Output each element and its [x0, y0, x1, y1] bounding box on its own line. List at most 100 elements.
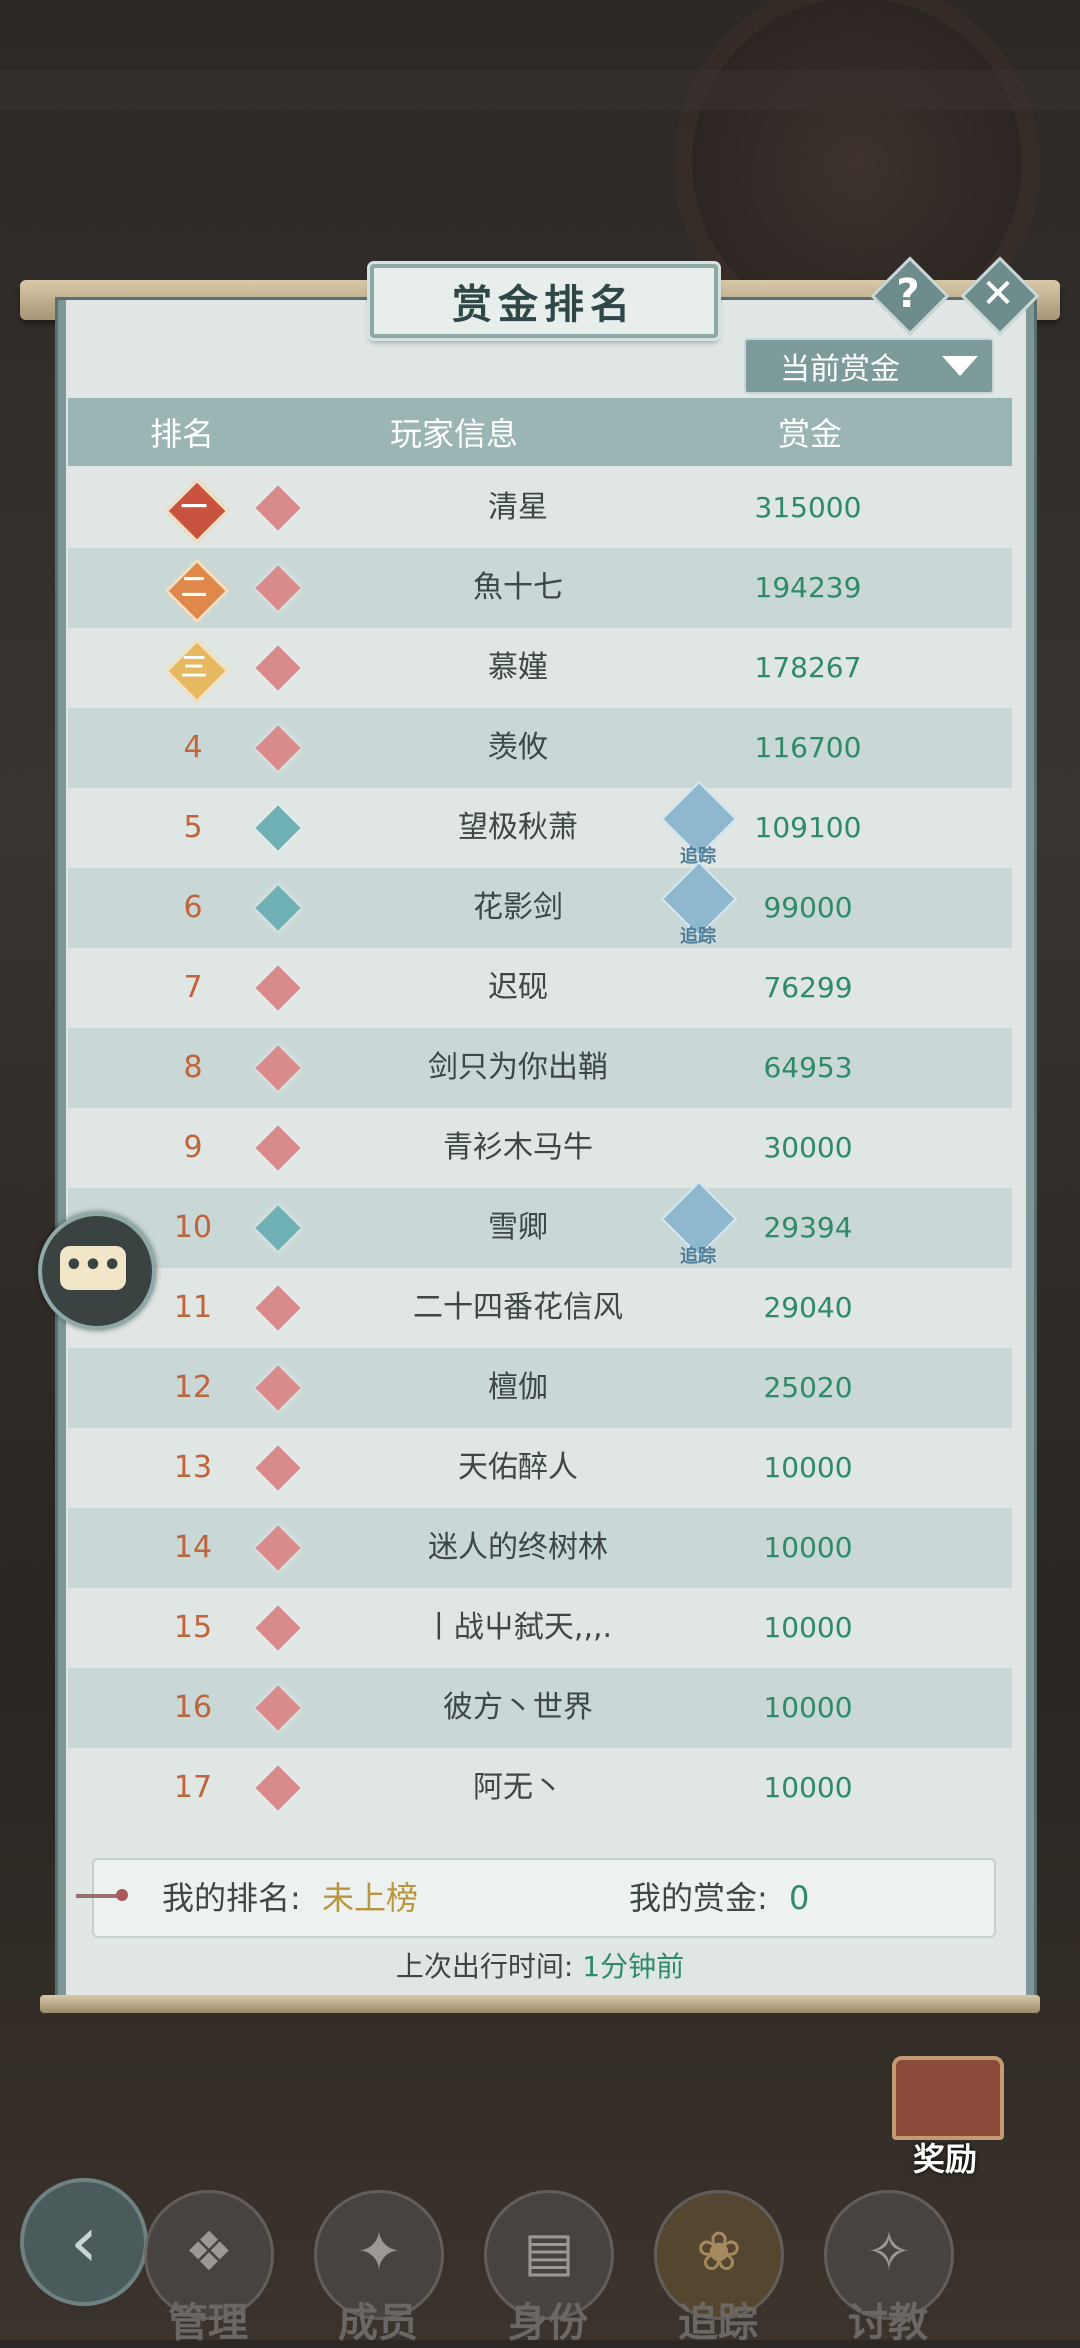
player-name: 丨战屮弑天,,,.	[423, 1610, 613, 1645]
table-row[interactable]: 10 雪卿 追踪 29394	[68, 1180, 1012, 1268]
question-icon: ?	[896, 271, 920, 317]
table-row[interactable]: 8 剑只为你出鞘 64953	[68, 1028, 1012, 1108]
chat-button[interactable]: •••	[38, 1212, 156, 1330]
nav-item[interactable]: ✦ 成员	[308, 2180, 448, 2346]
bounty-value: 194239	[754, 571, 862, 604]
nav-item-label: 讨教	[848, 2300, 928, 2346]
sect-emblem-icon	[254, 564, 302, 612]
table-row[interactable]: 17 阿无丶 10000	[68, 1748, 1012, 1828]
rank-number: 16	[173, 1690, 213, 1725]
table-row[interactable]: 一 清星 315000	[68, 468, 1012, 548]
rank-number: 15	[173, 1610, 213, 1645]
sect-emblem-icon	[254, 1524, 302, 1572]
rank-number: 一	[180, 493, 207, 523]
pin-dot	[116, 1889, 128, 1901]
bounty-value: 99000	[763, 891, 853, 924]
player-name: 青衫木马牛	[443, 1130, 593, 1165]
table-row[interactable]: 13 天佑醉人 10000	[68, 1428, 1012, 1508]
bounty-value: 116700	[754, 731, 862, 764]
nav-item[interactable]: ❖ 管理	[138, 2180, 278, 2346]
table-row[interactable]: 15 丨战屮弑天,,,. 10000	[68, 1588, 1012, 1668]
player-name: 羡攸	[488, 730, 548, 765]
bounty-filter-dropdown[interactable]: 当前赏金	[744, 338, 994, 394]
rank-number: 5	[183, 810, 203, 845]
bounty-value: 178267	[754, 651, 862, 684]
nav-item-label: 管理	[168, 2300, 248, 2346]
player-name: 慕嫤	[488, 650, 548, 685]
table-row[interactable]: 14 迷人的终树林 10000	[68, 1508, 1012, 1588]
last-trip-value: 1分钟前	[582, 1950, 685, 1983]
bottom-nav: ❖ 管理 ✦ 成员 ▤ 身份 ❀ 追踪 ✧ 讨教	[0, 2170, 1080, 2346]
table-row[interactable]: 7 迟砚 76299	[68, 948, 1012, 1028]
my-rank-label: 我的排名:	[162, 1879, 301, 1917]
nav-item-label: 身份	[508, 2300, 588, 2346]
close-icon: ✕	[981, 271, 1015, 317]
sect-emblem-icon	[254, 1684, 302, 1732]
table-row[interactable]: 9 青衫木马牛 30000	[68, 1108, 1012, 1188]
my-bounty-label: 我的赏金:	[629, 1879, 768, 1917]
player-name: 魚十七	[473, 570, 563, 605]
rank-number: 二	[180, 573, 207, 603]
nav-item-label: 追踪	[678, 2300, 758, 2346]
sect-emblem-icon	[254, 1124, 302, 1172]
table-row[interactable]: 4 羡攸 116700	[68, 708, 1012, 788]
sect-emblem-icon	[254, 1204, 302, 1252]
rank-number: 13	[173, 1450, 213, 1485]
last-trip-time: 上次出行时间: 1分钟前	[0, 1945, 1080, 1985]
player-name: 彼方丶世界	[443, 1690, 593, 1725]
column-header-rank: 排名	[150, 415, 215, 453]
nav-item[interactable]: ▤ 身份	[478, 2180, 618, 2346]
sect-emblem-icon	[254, 484, 302, 532]
table-row[interactable]: 6 花影剑 追踪 99000	[68, 860, 1012, 948]
bounty-value: 29394	[763, 1211, 853, 1244]
sect-emblem-icon	[254, 804, 302, 852]
sect-emblem-icon	[254, 1444, 302, 1492]
table-row[interactable]: 二 魚十七 194239	[68, 548, 1012, 628]
treasure-chest-icon	[892, 2056, 1004, 2140]
background-beam	[0, 70, 1080, 110]
bounty-value: 10000	[763, 1451, 853, 1484]
reward-button[interactable]: 奖励	[870, 2030, 1020, 2180]
rank-number: 12	[173, 1370, 213, 1405]
table-header: 排名 玩家信息 赏金	[68, 398, 1012, 466]
close-button[interactable]: ✕	[960, 256, 1040, 336]
sect-emblem-icon	[254, 724, 302, 772]
bounty-value: 10000	[763, 1691, 853, 1724]
sect-emblem-icon	[254, 644, 302, 692]
my-rank-value: 未上榜	[322, 1879, 419, 1917]
page-title: 赏金排名	[370, 264, 718, 338]
rank-number: 8	[183, 1050, 203, 1085]
my-rank-bar: 我的排名: 未上榜 我的赏金: 0	[76, 1858, 996, 1938]
table-row[interactable]: 5 望极秋萧 追踪 109100	[68, 780, 1012, 868]
player-name: 檀伽	[488, 1370, 548, 1405]
table-row[interactable]: 11 二十四番花信风 29040	[68, 1268, 1012, 1348]
bounty-value: 29040	[763, 1291, 853, 1324]
column-header-bounty: 赏金	[778, 415, 843, 453]
ranking-list[interactable]: 一 清星 315000 二 魚十七 194239 三 慕嫤 178267 4 羡攸 116700 5 望极…	[68, 468, 1012, 1828]
nav-item[interactable]: ❀ 追踪	[648, 2180, 788, 2346]
player-name: 剑只为你出鞘	[428, 1050, 608, 1085]
column-header-player: 玩家信息	[390, 415, 519, 453]
rank-number: 10	[173, 1210, 213, 1245]
sect-emblem-icon	[254, 1364, 302, 1412]
sect-emblem-icon	[254, 884, 302, 932]
rank-number: 4	[183, 730, 203, 765]
bounty-value: 315000	[754, 491, 862, 524]
scroll-bottom-rod	[40, 1995, 1040, 2013]
bounty-value: 109100	[754, 811, 862, 844]
table-row[interactable]: 12 檀伽 25020	[68, 1348, 1012, 1428]
nav-item[interactable]: ✧ 讨教	[818, 2180, 958, 2346]
player-name: 二十四番花信风	[413, 1290, 623, 1325]
sect-emblem-icon	[254, 964, 302, 1012]
rank-number: 7	[183, 970, 203, 1005]
player-name: 迟砚	[488, 970, 548, 1005]
my-bounty-value: 0	[789, 1879, 810, 1917]
sect-emblem-icon	[254, 1764, 302, 1812]
sect-emblem-icon	[254, 1284, 302, 1332]
nav-item-label: 成员	[338, 2300, 418, 2346]
bounty-value: 30000	[763, 1131, 853, 1164]
table-row[interactable]: 16 彼方丶世界 10000	[68, 1668, 1012, 1748]
help-button[interactable]: ?	[870, 256, 950, 336]
rank-medal-icon: 二	[164, 558, 230, 624]
table-row[interactable]: 三 慕嫤 178267	[68, 628, 1012, 708]
